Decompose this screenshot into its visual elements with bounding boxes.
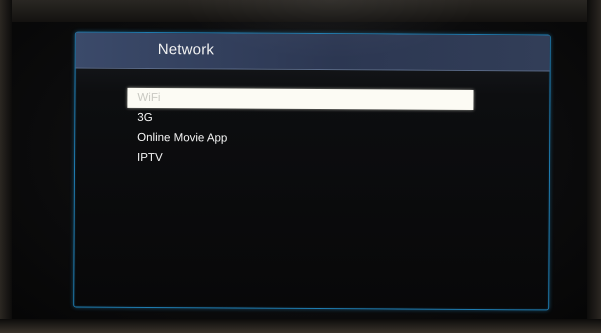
menu-item-wifi[interactable]: WiFi	[127, 87, 474, 110]
tv-bezel-left	[0, 0, 12, 333]
tv-bezel-right	[587, 0, 601, 333]
menu-item-3g[interactable]: 3G	[127, 108, 473, 130]
tv-screen: Network WiFi 3G Online Movie App IPTV	[0, 0, 601, 333]
tv-bezel-top	[0, 0, 601, 22]
tv-bezel-bottom	[0, 319, 601, 333]
menu-item-online-movie-app[interactable]: Online Movie App	[127, 128, 473, 150]
network-menu-list: WiFi 3G Online Movie App IPTV	[127, 87, 474, 170]
page-title: Network	[157, 41, 215, 59]
menu-item-iptv[interactable]: IPTV	[127, 148, 473, 170]
panel-header: Network	[75, 32, 550, 72]
network-menu-panel: Network WiFi 3G Online Movie App IPTV	[73, 31, 551, 311]
